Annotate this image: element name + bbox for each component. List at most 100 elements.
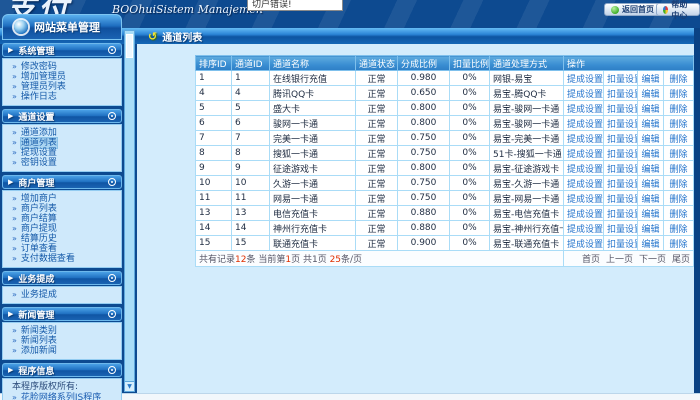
action-link-edit[interactable]: 编辑 — [638, 161, 664, 176]
sidebar-item[interactable]: »商户列表 — [3, 204, 121, 214]
action-link-deduction[interactable]: 扣量设置 — [604, 191, 638, 206]
action-link-deduction[interactable]: 扣量设置 — [604, 206, 638, 221]
help-center-button[interactable]: 帮助中心 — [656, 3, 700, 16]
sidebar-item[interactable]: »增加管理员 — [3, 72, 121, 82]
section-toggle-icon[interactable] — [108, 112, 116, 120]
action-link-commission[interactable]: 提成设置 — [564, 161, 604, 176]
action-link-delete[interactable]: 删除 — [664, 221, 694, 236]
action-link-edit[interactable]: 编辑 — [638, 146, 664, 161]
sidebar-item[interactable]: »新闻列表 — [3, 336, 121, 346]
sidebar-item[interactable]: »业务提成 — [3, 290, 121, 300]
action-link-commission[interactable]: 提成设置 — [564, 101, 604, 116]
action-link-commission[interactable]: 提成设置 — [564, 116, 604, 131]
sidebar-item[interactable]: »提现设置 — [3, 148, 121, 158]
sidebar-item[interactable]: »通道列表 — [3, 138, 121, 148]
action-link-delete[interactable]: 删除 — [664, 86, 694, 101]
section-toggle-icon[interactable] — [108, 46, 116, 54]
section-toggle-icon[interactable] — [108, 274, 116, 282]
record-summary-segment: 页 共 — [291, 255, 312, 265]
cell-name: 网易一卡通 — [270, 191, 356, 206]
action-link-commission[interactable]: 提成设置 — [564, 131, 604, 146]
page-link-next[interactable]: 下一页 — [639, 255, 666, 265]
action-link-delete[interactable]: 删除 — [664, 206, 694, 221]
action-link-deduction[interactable]: 扣量设置 — [604, 146, 638, 161]
sidebar-item[interactable]: »通道添加 — [3, 128, 121, 138]
action-link-commission[interactable]: 提成设置 — [564, 71, 604, 86]
action-link-delete[interactable]: 删除 — [664, 236, 694, 251]
action-link-deduction[interactable]: 扣量设置 — [604, 131, 638, 146]
action-link-commission[interactable]: 提成设置 — [564, 221, 604, 236]
table-footer-row: 共有记录12条 当前第1页 共1页 25条/页首页上一页下一页尾页 — [196, 251, 694, 267]
sidebar-item[interactable]: »结算历史 — [3, 234, 121, 244]
page-link-prev[interactable]: 上一页 — [606, 255, 633, 265]
sidebar-item[interactable]: »修改密码 — [3, 62, 121, 72]
sidebar-item[interactable]: »支付数据查看 — [3, 254, 121, 264]
cell-status: 正常 — [356, 116, 398, 131]
sidebar-item[interactable]: »操作日志 — [3, 92, 121, 102]
action-link-commission[interactable]: 提成设置 — [564, 86, 604, 101]
section-toggle-icon[interactable] — [108, 310, 116, 318]
table-row: 77完美一卡通正常0.7500%易宝-完美一卡通提成设置扣量设置编辑删除 — [196, 131, 694, 146]
sidebar-section-header[interactable]: ▶系统管理 — [2, 43, 122, 57]
action-link-edit[interactable]: 编辑 — [638, 221, 664, 236]
cell-status: 正常 — [356, 176, 398, 191]
sidebar-item[interactable]: »添加新闻 — [3, 346, 121, 356]
action-link-delete[interactable]: 删除 — [664, 131, 694, 146]
sidebar-section-header[interactable]: ▶业务提成 — [2, 271, 122, 285]
action-link-commission[interactable]: 提成设置 — [564, 191, 604, 206]
action-link-deduction[interactable]: 扣量设置 — [604, 176, 638, 191]
action-link-edit[interactable]: 编辑 — [638, 131, 664, 146]
action-link-commission[interactable]: 提成设置 — [564, 176, 604, 191]
scrollbar-thumb[interactable] — [126, 34, 133, 58]
action-link-delete[interactable]: 删除 — [664, 176, 694, 191]
sidebar-section-header[interactable]: ▶新闻管理 — [2, 307, 122, 321]
action-link-deduction[interactable]: 扣量设置 — [604, 221, 638, 236]
action-link-delete[interactable]: 删除 — [664, 71, 694, 86]
action-link-deduction[interactable]: 扣量设置 — [604, 236, 638, 251]
sidebar-item[interactable]: »商户提现 — [3, 224, 121, 234]
action-link-edit[interactable]: 编辑 — [638, 71, 664, 86]
action-link-delete[interactable]: 删除 — [664, 116, 694, 131]
action-link-edit[interactable]: 编辑 — [638, 206, 664, 221]
bullet-icon: » — [12, 346, 17, 356]
column-header: 通道名称 — [270, 56, 356, 71]
scroll-down-icon[interactable]: ▼ — [125, 381, 134, 391]
bullet-icon: » — [12, 128, 17, 138]
action-link-delete[interactable]: 删除 — [664, 191, 694, 206]
action-link-edit[interactable]: 编辑 — [638, 236, 664, 251]
section-toggle-icon[interactable] — [108, 178, 116, 186]
sidebar-item[interactable]: »新闻类别 — [3, 326, 121, 336]
action-link-delete[interactable]: 删除 — [664, 146, 694, 161]
action-link-commission[interactable]: 提成设置 — [564, 206, 604, 221]
action-link-edit[interactable]: 编辑 — [638, 101, 664, 116]
page-link-first[interactable]: 首页 — [582, 255, 600, 265]
sidebar-scrollbar[interactable]: ▼ — [124, 30, 135, 392]
action-link-delete[interactable]: 删除 — [664, 161, 694, 176]
action-link-edit[interactable]: 编辑 — [638, 86, 664, 101]
action-link-deduction[interactable]: 扣量设置 — [604, 161, 638, 176]
cell-name: 电信充值卡 — [270, 206, 356, 221]
action-link-deduction[interactable]: 扣量设置 — [604, 101, 638, 116]
back-home-button[interactable]: 返回首页 — [604, 3, 661, 16]
sidebar-item[interactable]: »增加商户 — [3, 194, 121, 204]
action-link-deduction[interactable]: 扣量设置 — [604, 71, 638, 86]
action-link-delete[interactable]: 删除 — [664, 101, 694, 116]
action-link-commission[interactable]: 提成设置 — [564, 146, 604, 161]
action-link-edit[interactable]: 编辑 — [638, 191, 664, 206]
content-tab-header: ↺ 通道列表 — [137, 28, 694, 44]
action-link-deduction[interactable]: 扣量设置 — [604, 86, 638, 101]
notice-input[interactable]: 切户错误! — [247, 0, 343, 11]
action-link-edit[interactable]: 编辑 — [638, 116, 664, 131]
sidebar-item[interactable]: »密钥设置 — [3, 158, 121, 168]
sidebar-item[interactable]: »管理员列表 — [3, 82, 121, 92]
action-link-edit[interactable]: 编辑 — [638, 176, 664, 191]
sidebar-item[interactable]: »商户结算 — [3, 214, 121, 224]
section-toggle-icon[interactable] — [108, 366, 116, 374]
sidebar-section-header[interactable]: ▶通道设置 — [2, 109, 122, 123]
action-link-commission[interactable]: 提成设置 — [564, 236, 604, 251]
sidebar-section-header[interactable]: ▶商户管理 — [2, 175, 122, 189]
action-link-deduction[interactable]: 扣量设置 — [604, 116, 638, 131]
sidebar-item[interactable]: »订单查看 — [3, 244, 121, 254]
page-link-last[interactable]: 尾页 — [672, 255, 690, 265]
sidebar-section-header[interactable]: ▶程序信息 — [2, 363, 122, 377]
